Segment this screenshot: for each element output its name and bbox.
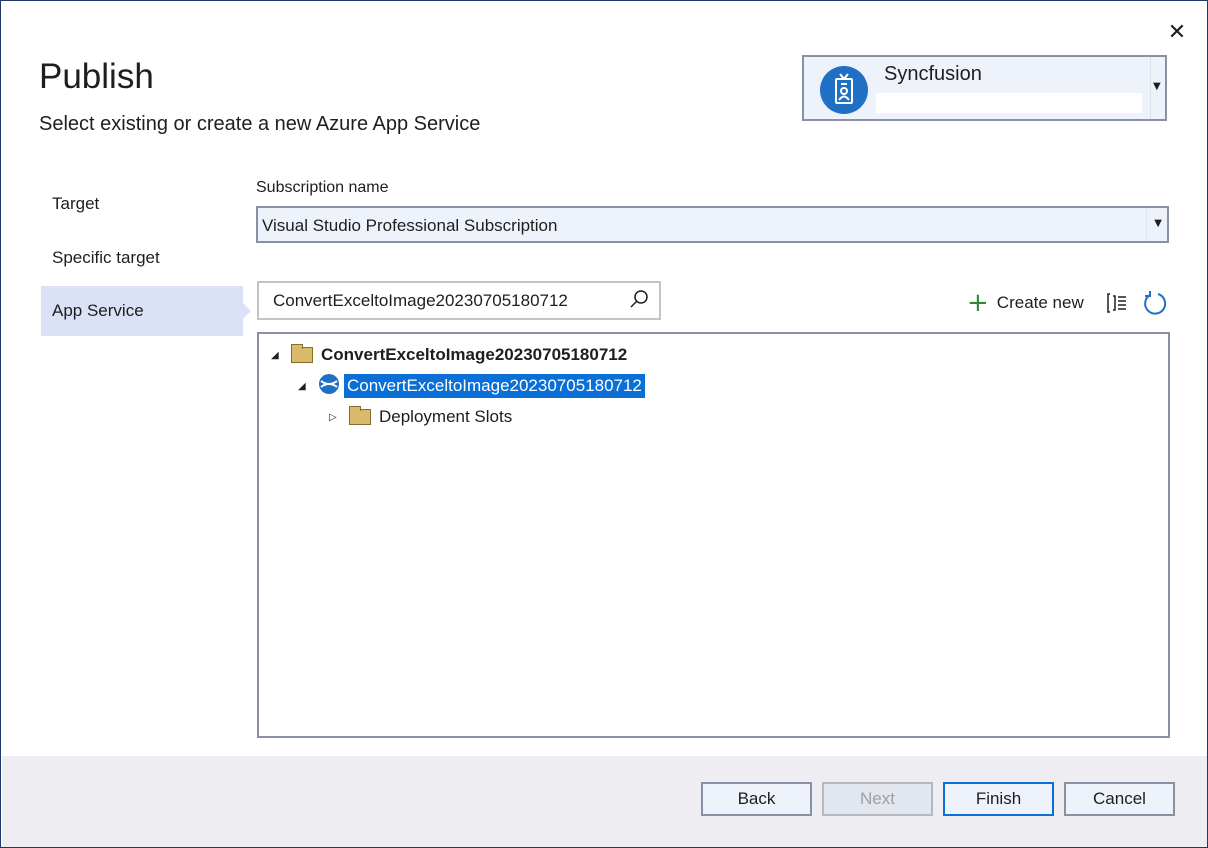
next-button[interactable]: Next <box>822 782 933 816</box>
tree-node-label: ConvertExceltoImage20230705180712 <box>321 345 628 364</box>
account-name: Syncfusion <box>884 63 982 85</box>
finish-button[interactable]: Finish <box>943 782 1054 816</box>
folder-icon <box>349 406 371 425</box>
tree-node-label: ConvertExceltoImage20230705180712 <box>344 374 645 398</box>
search-icon[interactable] <box>629 289 649 309</box>
tree-view-icon[interactable] <box>1106 292 1128 318</box>
app-service-icon <box>318 373 340 400</box>
expanded-arrow-icon[interactable]: ◢ <box>271 350 281 361</box>
divider <box>1150 57 1151 119</box>
app-service-tree[interactable]: ◢ ConvertExceltoImage20230705180712 ◢ Co… <box>257 332 1170 738</box>
subscription-value: Visual Studio Professional Subscription <box>262 216 558 235</box>
collapsed-arrow-icon[interactable]: ▷ <box>329 412 339 423</box>
create-new-button[interactable]: + Create new <box>967 288 1084 318</box>
tree-node-label: Deployment Slots <box>379 407 513 426</box>
chevron-down-icon[interactable]: ▼ <box>1153 81 1161 92</box>
subscription-label: Subscription name <box>256 179 389 196</box>
account-selector[interactable]: Syncfusion ▼ <box>802 55 1167 121</box>
expanded-arrow-icon[interactable]: ◢ <box>298 381 308 392</box>
plus-icon: + <box>967 288 989 318</box>
tree-node-resource-group[interactable]: ◢ ConvertExceltoImage20230705180712 <box>271 342 627 368</box>
search-input[interactable]: ConvertExceltoImage20230705180712 <box>257 281 661 320</box>
chevron-down-icon: ▼ <box>1154 218 1162 229</box>
divider <box>1146 208 1147 241</box>
folder-icon <box>291 344 313 363</box>
page-title: Publish <box>39 57 154 96</box>
cancel-button[interactable]: Cancel <box>1064 782 1175 816</box>
nav-item-app-service[interactable]: App Service <box>41 286 251 336</box>
subscription-select[interactable]: Visual Studio Professional Subscription … <box>256 206 1169 243</box>
close-button[interactable]: ✕ <box>1163 19 1191 47</box>
account-email <box>876 93 1142 113</box>
account-badge-icon <box>820 66 868 114</box>
tree-node-app-service[interactable]: ◢ ConvertExceltoImage20230705180712 <box>298 373 645 399</box>
publish-dialog: ✕ Publish Select existing or create a ne… <box>0 0 1208 848</box>
nav-item-target[interactable]: Target <box>41 179 243 229</box>
back-button[interactable]: Back <box>701 782 812 816</box>
nav-item-specific-target[interactable]: Specific target <box>41 233 243 283</box>
close-icon: ✕ <box>1167 20 1187 45</box>
search-value: ConvertExceltoImage20230705180712 <box>273 291 568 310</box>
tree-node-deployment-slots[interactable]: ▷ Deployment Slots <box>329 404 512 430</box>
create-new-label: Create new <box>996 293 1084 312</box>
refresh-icon[interactable] <box>1142 290 1168 320</box>
page-subtitle: Select existing or create a new Azure Ap… <box>39 113 481 135</box>
